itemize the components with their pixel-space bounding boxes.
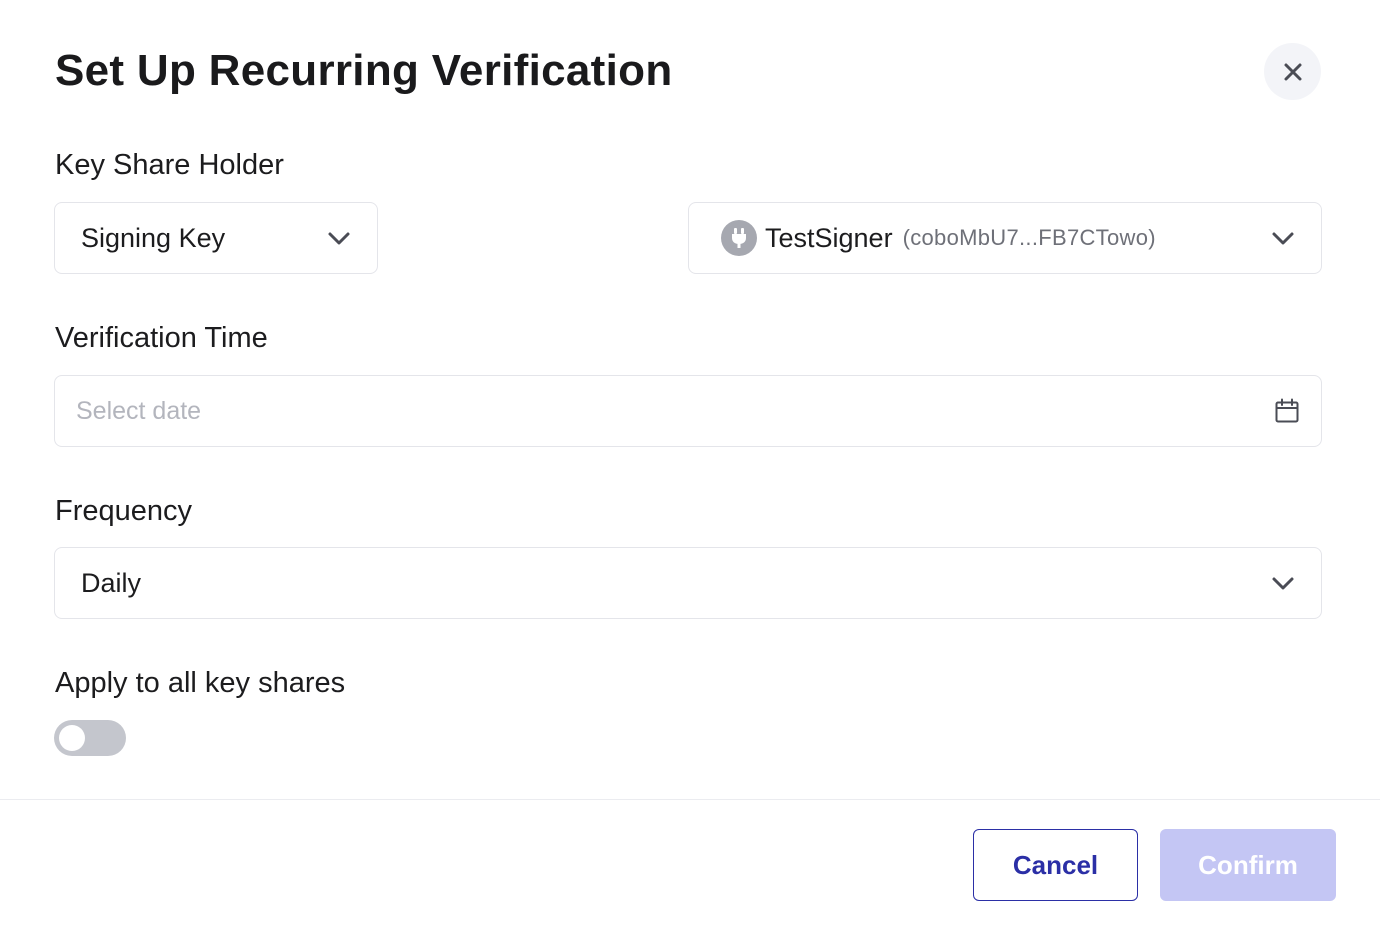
frequency-value: Daily bbox=[81, 567, 142, 598]
signer-select[interactable]: TestSigner (coboMbU7...FB7CTowo) bbox=[688, 202, 1322, 274]
recurring-verification-dialog: Set Up Recurring Verification Key Share … bbox=[0, 0, 1380, 930]
calendar-icon bbox=[1275, 398, 1299, 423]
confirm-button[interactable]: Confirm bbox=[1160, 829, 1336, 901]
apply-all-label: Apply to all key shares bbox=[55, 667, 346, 699]
dialog-title: Set Up Recurring Verification bbox=[55, 46, 673, 95]
plug-icon bbox=[721, 220, 757, 256]
close-button[interactable] bbox=[1264, 43, 1321, 100]
close-icon bbox=[1284, 63, 1301, 80]
cancel-button[interactable]: Cancel bbox=[973, 829, 1138, 901]
chevron-down-icon bbox=[328, 232, 350, 245]
key-type-select[interactable]: Signing Key bbox=[54, 202, 378, 274]
toggle-knob bbox=[59, 725, 85, 751]
chevron-down-icon bbox=[1272, 232, 1294, 245]
chevron-down-icon bbox=[1272, 577, 1294, 590]
date-placeholder: Select date bbox=[76, 396, 202, 425]
apply-all-toggle[interactable] bbox=[54, 720, 126, 756]
footer-divider bbox=[0, 799, 1380, 800]
date-input[interactable]: Select date bbox=[54, 375, 1322, 447]
frequency-select[interactable]: Daily bbox=[54, 547, 1322, 619]
signer-name: TestSigner bbox=[765, 222, 893, 253]
key-type-value: Signing Key bbox=[81, 222, 226, 253]
key-share-holder-label: Key Share Holder bbox=[55, 149, 284, 181]
verification-time-label: Verification Time bbox=[55, 322, 268, 354]
frequency-label: Frequency bbox=[55, 495, 193, 527]
signer-id: (coboMbU7...FB7CTowo) bbox=[902, 225, 1156, 250]
